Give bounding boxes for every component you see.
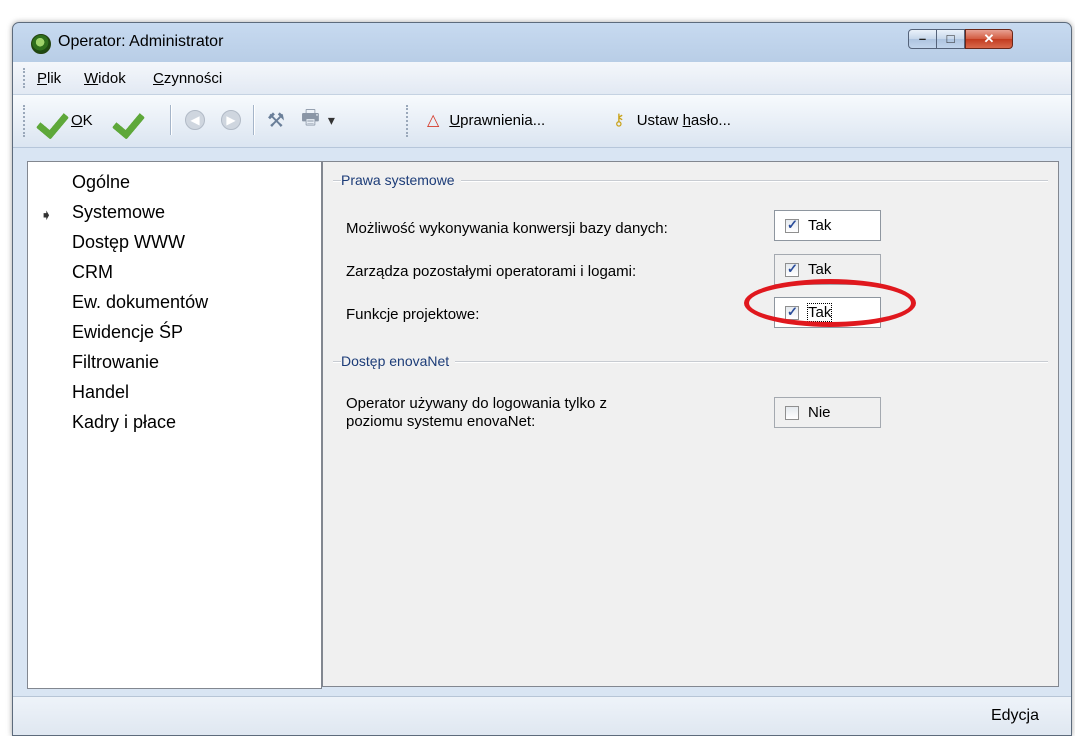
ok-check-icon xyxy=(37,105,71,135)
maximize-button[interactable]: □ xyxy=(937,29,965,49)
toolbar-separator xyxy=(253,105,255,135)
nav-item-filtrowanie[interactable]: Filtrowanie xyxy=(72,352,159,373)
warning-icon: △ xyxy=(427,112,440,129)
menu-czynnosci-label: zynności xyxy=(163,70,223,87)
enova-only-field[interactable]: Nie xyxy=(774,397,881,428)
nav-item-dostep-www[interactable]: Dostęp WWW xyxy=(72,232,185,253)
group-title-system: Prawa systemowe xyxy=(341,172,461,188)
design-functions-value: Tak xyxy=(806,303,833,322)
menu-czynnosci[interactable]: Czynności xyxy=(153,70,222,87)
selected-arrow-icon: ➧ xyxy=(40,207,53,224)
content-area: ➧ Ogólne Systemowe Dostęp WWW CRM Ew. do… xyxy=(13,148,1071,696)
nav-item-kadry-i-place[interactable]: Kadry i płace xyxy=(72,412,176,433)
app-icon xyxy=(31,34,51,54)
key-icon: ⚷ xyxy=(613,112,625,129)
print-icon: 🖶 xyxy=(301,107,320,129)
db-conversion-checkbox[interactable] xyxy=(785,217,799,233)
minimize-button[interactable]: – xyxy=(908,29,937,49)
forward-button[interactable]: ▶ xyxy=(221,103,241,137)
window: Operator: Administrator – □ ✕ Plik Widok… xyxy=(12,22,1072,736)
nav-item-crm[interactable]: CRM xyxy=(72,262,113,283)
print-button[interactable]: 🖶 ▾ xyxy=(301,103,335,137)
toolbar: OK ◀ ▶ ⚒ 🖶 ▾ △ Uprawnienia... ⚷ Ustaw ha… xyxy=(13,95,1071,148)
settings-panel: Prawa systemowe Możliwość wykonywania ko… xyxy=(322,161,1059,687)
db-conversion-value: Tak xyxy=(808,217,832,234)
enova-only-value: Nie xyxy=(808,404,831,421)
label-db-conversion: Możliwość wykonywania konwersji bazy dan… xyxy=(346,220,668,237)
ok-close-check-icon xyxy=(113,105,147,135)
design-functions-checkbox[interactable] xyxy=(785,304,799,320)
manage-operators-field[interactable]: Tak xyxy=(774,254,881,285)
close-icon: ✕ xyxy=(983,31,995,46)
set-password-button[interactable]: ⚷ Ustaw hasło... xyxy=(613,103,731,137)
menu-bar: Plik Widok Czynności xyxy=(13,62,1071,95)
category-list: ➧ Ogólne Systemowe Dostęp WWW CRM Ew. do… xyxy=(27,161,322,689)
title-bar: Operator: Administrator – □ ✕ xyxy=(13,23,1071,61)
menu-plik-label: lik xyxy=(47,70,62,87)
label-enova-only-line2: poziomu systemu enovaNet: xyxy=(346,413,536,430)
toolbar-grip xyxy=(23,105,28,137)
label-enova-only-line1: Operator używany do logowania tylko z xyxy=(346,395,607,412)
back-button[interactable]: ◀ xyxy=(185,103,205,137)
design-functions-field[interactable]: Tak xyxy=(774,297,881,328)
menu-widok[interactable]: Widok xyxy=(84,70,126,87)
nav-item-ew-dokumentow[interactable]: Ew. dokumentów xyxy=(72,292,208,313)
menu-plik[interactable]: Plik xyxy=(37,70,61,87)
menu-widok-key: W xyxy=(84,70,99,87)
toolbar-grip xyxy=(406,105,411,137)
menu-widok-label: idok xyxy=(98,70,126,87)
ok-close-button[interactable] xyxy=(113,103,147,137)
back-icon: ◀ xyxy=(185,110,205,130)
toolbar-separator xyxy=(170,105,172,135)
group-title-enova: Dostęp enovaNet xyxy=(341,353,456,369)
close-button[interactable]: ✕ xyxy=(965,29,1013,49)
label-design-functions: Funkcje projektowe: xyxy=(346,306,480,323)
label-manage-operators: Zarządza pozostałymi operatorami i logam… xyxy=(346,263,637,280)
nav-item-handel[interactable]: Handel xyxy=(72,382,129,403)
minimize-icon: – xyxy=(918,31,927,46)
status-bar: Edycja xyxy=(13,696,1071,735)
menu-czynnosci-key: C xyxy=(153,70,164,87)
ok-button[interactable]: OK xyxy=(37,103,93,137)
status-mode: Edycja xyxy=(990,707,1039,724)
nav-item-ogolne[interactable]: Ogólne xyxy=(72,172,130,193)
permissions-label: Uprawnienia... xyxy=(449,111,546,129)
enova-only-checkbox[interactable] xyxy=(785,405,799,420)
ok-label: OK xyxy=(71,111,93,129)
db-conversion-field[interactable]: Tak xyxy=(774,210,881,241)
maximize-icon: □ xyxy=(946,31,955,46)
window-title: Operator: Administrator xyxy=(58,33,224,50)
menu-grip xyxy=(23,68,28,88)
set-password-label: Ustaw hasło... xyxy=(636,111,731,129)
tools-icon: ⚒ xyxy=(267,109,285,132)
permissions-button[interactable]: △ Uprawnienia... xyxy=(427,103,545,137)
nav-item-systemowe[interactable]: Systemowe xyxy=(72,202,165,223)
menu-plik-key: P xyxy=(37,70,48,87)
manage-operators-value: Tak xyxy=(808,261,832,278)
tools-button[interactable]: ⚒ xyxy=(267,103,285,137)
nav-item-ewidencje-sp[interactable]: Ewidencje ŚP xyxy=(72,322,183,343)
forward-icon: ▶ xyxy=(221,110,241,130)
manage-operators-checkbox[interactable] xyxy=(785,261,799,277)
print-dropdown-icon[interactable]: ▾ xyxy=(328,112,335,129)
